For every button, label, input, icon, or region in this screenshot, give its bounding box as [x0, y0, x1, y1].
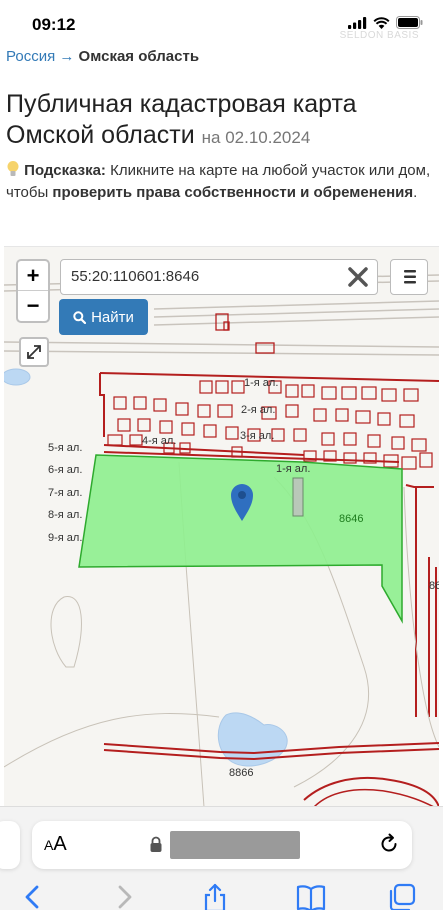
watermark-logo: SELDON BASIS [339, 30, 419, 41]
hint-block: Подсказка: Кликните на карте на любой уч… [6, 160, 436, 204]
street-label: 7-я ал. [48, 487, 83, 499]
street-label: 5-я ал. [48, 442, 83, 454]
breadcrumb-arrow: → [59, 48, 75, 65]
share-icon[interactable] [202, 883, 228, 910]
cadastral-search-box [60, 259, 378, 295]
layers-menu-button[interactable] [390, 259, 428, 295]
street-label: 4-я ал. [142, 435, 177, 447]
breadcrumb-link-root[interactable]: Россия [6, 48, 55, 65]
street-label: 9-я ал. [48, 532, 83, 544]
status-icons [348, 16, 423, 29]
street-label: 1-я ал. [276, 463, 311, 475]
breadcrumb: Россия → Омская область [6, 48, 199, 65]
status-bar: 09:12 SELDON BASIS [0, 0, 443, 46]
aa-large: A [53, 833, 67, 855]
browser-nav-row [0, 883, 443, 910]
page-title: Публичная кадастровая карта Омской облас… [6, 89, 436, 153]
building-outlines [215, 313, 275, 354]
street-label: 1-я ал. [244, 377, 279, 389]
forward-icon[interactable] [115, 883, 135, 910]
water-bodies [4, 368, 288, 767]
battery-icon [396, 16, 423, 29]
status-time: 09:12 [32, 15, 76, 34]
street-label: 6-я ал. [48, 464, 83, 476]
address-bar[interactable]: AA [32, 821, 412, 869]
aa-small: A [44, 837, 54, 853]
street-label: 3-я ал. [240, 430, 275, 442]
parcel-notch [292, 477, 304, 517]
road-number-label: 8866 [229, 767, 254, 779]
cadastral-search-input[interactable] [71, 268, 331, 285]
lock-icon [150, 836, 162, 852]
bookmarks-icon[interactable] [296, 883, 326, 910]
find-button-label: Найти [91, 308, 134, 326]
street-label: 2-я ал. [241, 404, 276, 416]
previous-tab-preview[interactable] [0, 821, 20, 869]
zoom-in-button[interactable]: + [18, 261, 48, 291]
hamburger-menu-icon [404, 270, 416, 284]
reload-icon[interactable] [378, 833, 400, 855]
browser-toolbar: AA [0, 806, 443, 910]
fullscreen-button[interactable] [19, 337, 49, 367]
lightbulb-icon [7, 161, 19, 176]
zoom-out-button[interactable]: − [18, 291, 48, 321]
hint-end: . [413, 184, 418, 201]
parcel-number-label: 8646 [339, 513, 364, 525]
hint-label: Подсказка: [24, 162, 106, 179]
plot-grid [107, 380, 433, 470]
back-icon[interactable] [22, 883, 42, 910]
selected-parcel-8646 [78, 454, 403, 624]
search-icon [73, 310, 87, 324]
expand-icon [27, 345, 41, 359]
breadcrumb-current: Омская область [78, 48, 200, 65]
wifi-icon [373, 16, 390, 29]
tabs-icon[interactable] [387, 883, 417, 910]
cadastral-map[interactable]: 1-я ал. 2-я ал. 3-я ал. 4-я ал. 5-я ал. … [4, 246, 439, 806]
clear-search-icon[interactable] [345, 264, 371, 290]
hint-bold-text: проверить права собственности и обремене… [52, 184, 414, 201]
url-redacted [170, 831, 300, 859]
page-title-date: на 02.10.2024 [201, 128, 311, 147]
zoom-control: + − [16, 259, 50, 323]
edge-parcel-label: 86 [429, 580, 439, 592]
find-button[interactable]: Найти [59, 299, 148, 335]
street-label: 8-я ал. [48, 509, 83, 521]
signal-icon [348, 16, 367, 29]
reader-settings-button[interactable]: AA [44, 833, 67, 856]
